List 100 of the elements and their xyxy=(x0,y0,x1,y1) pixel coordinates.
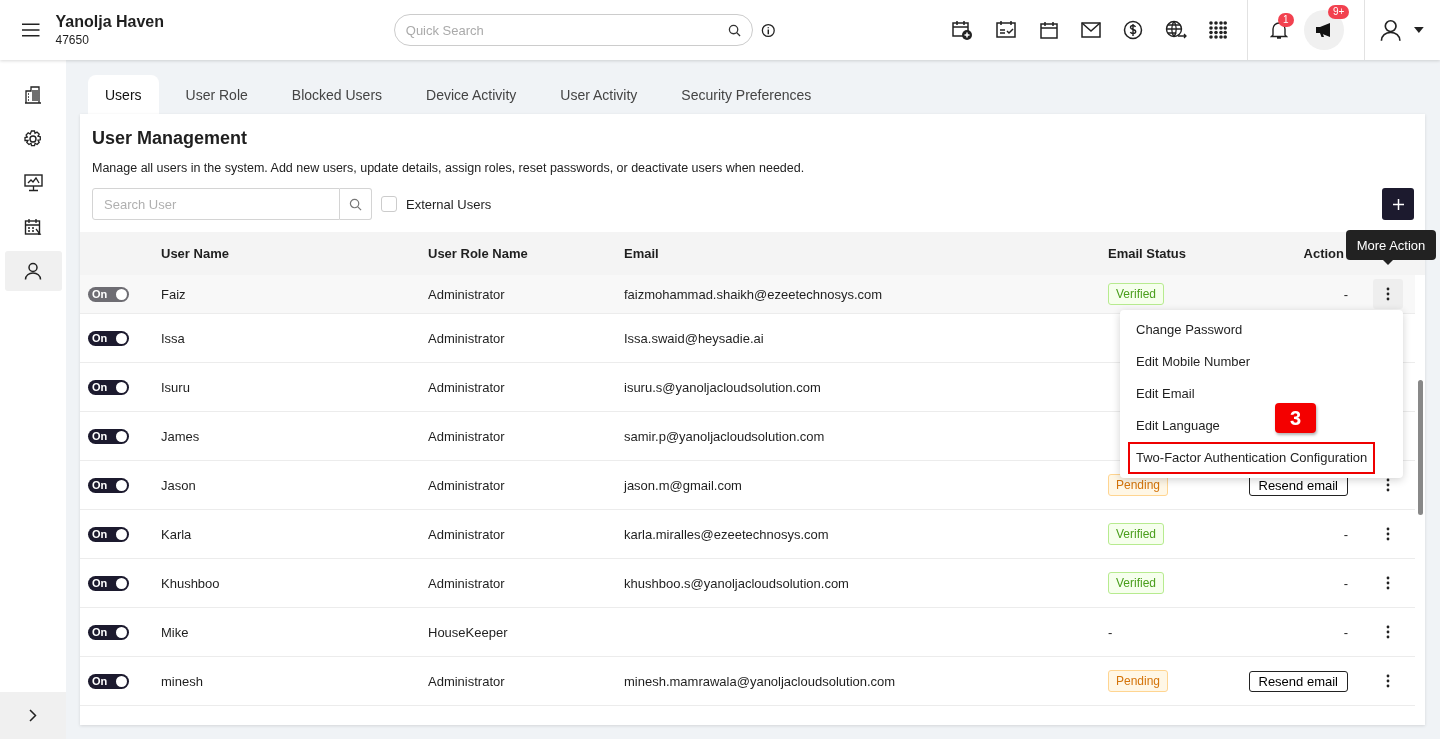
table-cell-text: Administrator xyxy=(427,286,506,302)
table-cell: khushboo.s@yanoljacloudsolution.com xyxy=(624,575,849,591)
status-badge: Verified xyxy=(1108,523,1165,545)
status-toggle[interactable]: On xyxy=(88,575,129,591)
search-button[interactable] xyxy=(340,188,372,220)
add-user-button[interactable] xyxy=(1382,188,1414,220)
table-cell: jason.m@gmail.com xyxy=(624,477,742,493)
table-cell-text: Jason xyxy=(160,477,197,493)
column-header: Email Status xyxy=(1107,246,1188,261)
status-badge: Verified xyxy=(1108,572,1165,594)
column-header: Email xyxy=(623,246,660,261)
settings-icon xyxy=(24,130,42,148)
table-cell-text: Administrator xyxy=(427,330,506,346)
calendar-icon xyxy=(24,218,42,236)
external-users-checkbox[interactable] xyxy=(381,196,397,212)
menu-item[interactable]: Change Password xyxy=(1132,314,1247,346)
column-header: User Role Name xyxy=(427,246,529,261)
table-cell: isuru.s@yanoljacloudsolution.com xyxy=(624,379,821,395)
table-cell-text: Isuru xyxy=(160,379,191,395)
announcement-badge: 9+ xyxy=(1327,5,1350,19)
table-cell-text: HouseKeeper xyxy=(427,624,509,640)
column-header: Action xyxy=(1302,246,1345,261)
checkbox-label: External Users xyxy=(406,196,492,212)
sidebar-item[interactable] xyxy=(4,251,62,291)
tab[interactable]: User Role xyxy=(168,75,265,114)
status-toggle[interactable]: On xyxy=(88,330,129,346)
apps-grid-icon[interactable] xyxy=(1209,21,1227,39)
status-badge: Pending xyxy=(1108,670,1169,692)
notification-badge: 1 xyxy=(1277,13,1294,27)
table-cell-text: Karla xyxy=(160,526,193,542)
table-cell: karla.miralles@ezeetechnosys.com xyxy=(624,526,829,542)
menu-item[interactable]: Edit Language xyxy=(1132,410,1224,442)
table-cell-text: James xyxy=(160,428,201,444)
search-icon[interactable] xyxy=(728,24,742,37)
more-vertical-icon xyxy=(1385,625,1390,639)
tooltip-pointer xyxy=(1383,260,1393,265)
more-vertical-icon xyxy=(1385,287,1390,301)
status-toggle[interactable]: On xyxy=(88,477,129,493)
menu-icon[interactable] xyxy=(22,23,40,37)
step-number-badge: 3 xyxy=(1275,403,1316,433)
tab[interactable]: Device Activity xyxy=(409,75,534,114)
table-cell-text: Administrator xyxy=(427,526,506,542)
dollar-icon[interactable] xyxy=(1123,20,1143,40)
status-toggle[interactable]: On xyxy=(88,673,129,689)
menu-item[interactable]: Two-Factor Authentication Configuration xyxy=(1128,442,1376,474)
user-icon[interactable] xyxy=(1378,18,1403,42)
table-cell-text: Administrator xyxy=(427,428,506,444)
status-toggle[interactable]: On xyxy=(88,379,129,395)
status-toggle[interactable]: On xyxy=(88,624,129,640)
property-id: 47650 xyxy=(55,33,90,47)
plus-icon xyxy=(1392,198,1404,210)
tab[interactable]: User Activity xyxy=(543,75,655,114)
table-cell-text: Administrator xyxy=(427,379,506,395)
calendar-add-icon[interactable] xyxy=(951,19,973,41)
tooltip: More Action xyxy=(1346,230,1436,260)
table-cell: - xyxy=(1343,526,1348,542)
column-header: User Name xyxy=(160,246,230,261)
info-icon[interactable] xyxy=(761,22,776,38)
calendar-icon[interactable] xyxy=(1039,20,1059,40)
more-vertical-icon xyxy=(1385,527,1390,541)
more-vertical-icon xyxy=(1385,576,1390,590)
search-user-field[interactable]: Search User xyxy=(92,188,340,220)
table-cell: - xyxy=(1108,624,1113,640)
table-cell: samir.p@yanoljacloudsolution.com xyxy=(624,428,825,444)
table-cell-text: Administrator xyxy=(427,673,506,689)
table-cell-text: minesh xyxy=(160,673,204,689)
table-cell-text: Faiz xyxy=(160,286,187,302)
property-name: Yanolja Haven xyxy=(55,13,165,31)
tab[interactable]: Blocked Users xyxy=(274,75,400,114)
status-toggle[interactable]: On xyxy=(88,428,129,444)
page-title: User Management xyxy=(92,128,249,149)
table-cell-text: Administrator xyxy=(427,575,506,591)
menu-item[interactable]: Edit Mobile Number xyxy=(1132,346,1255,378)
page-description: Manage all users in the system. Add new users, update details, assign roles, reset passwords, or deactivate users when needed. xyxy=(92,161,806,175)
table-cell-text: Mike xyxy=(160,624,190,640)
mail-icon[interactable] xyxy=(1081,22,1101,38)
menu-item[interactable]: Edit Email xyxy=(1132,378,1199,410)
status-badge: Verified xyxy=(1108,283,1165,305)
status-toggle[interactable]: On xyxy=(88,526,129,542)
status-toggle[interactable]: On xyxy=(88,286,129,302)
calendar-check-icon[interactable] xyxy=(995,19,1017,41)
tab[interactable]: Security Preferences xyxy=(664,75,829,114)
user-icon xyxy=(24,262,42,280)
megaphone-icon xyxy=(1314,22,1333,38)
tab[interactable]: Users xyxy=(88,75,159,114)
table-cell-text: Administrator xyxy=(427,477,506,493)
table-cell: faizmohammad.shaikh@ezeetechnosys.com xyxy=(624,286,883,302)
chevron-right-icon xyxy=(29,709,37,722)
table-cell-text: Issa xyxy=(160,330,186,346)
resend-email-button[interactable]: Resend email xyxy=(1248,670,1348,692)
monitor-icon xyxy=(23,174,43,192)
building-icon xyxy=(24,86,42,104)
table-cell-text: Khushboo xyxy=(160,575,221,591)
globe-icon[interactable] xyxy=(1165,20,1187,40)
table-cell: - xyxy=(1343,286,1348,302)
caret-icon[interactable] xyxy=(1414,27,1424,33)
table-cell: minesh.mamrawala@yanoljacloudsolution.com xyxy=(624,673,896,689)
table-cell: Issa.swaid@heysadie.ai xyxy=(624,330,764,346)
more-vertical-icon xyxy=(1385,478,1390,492)
quick-search-field[interactable]: Quick Search xyxy=(393,14,754,46)
